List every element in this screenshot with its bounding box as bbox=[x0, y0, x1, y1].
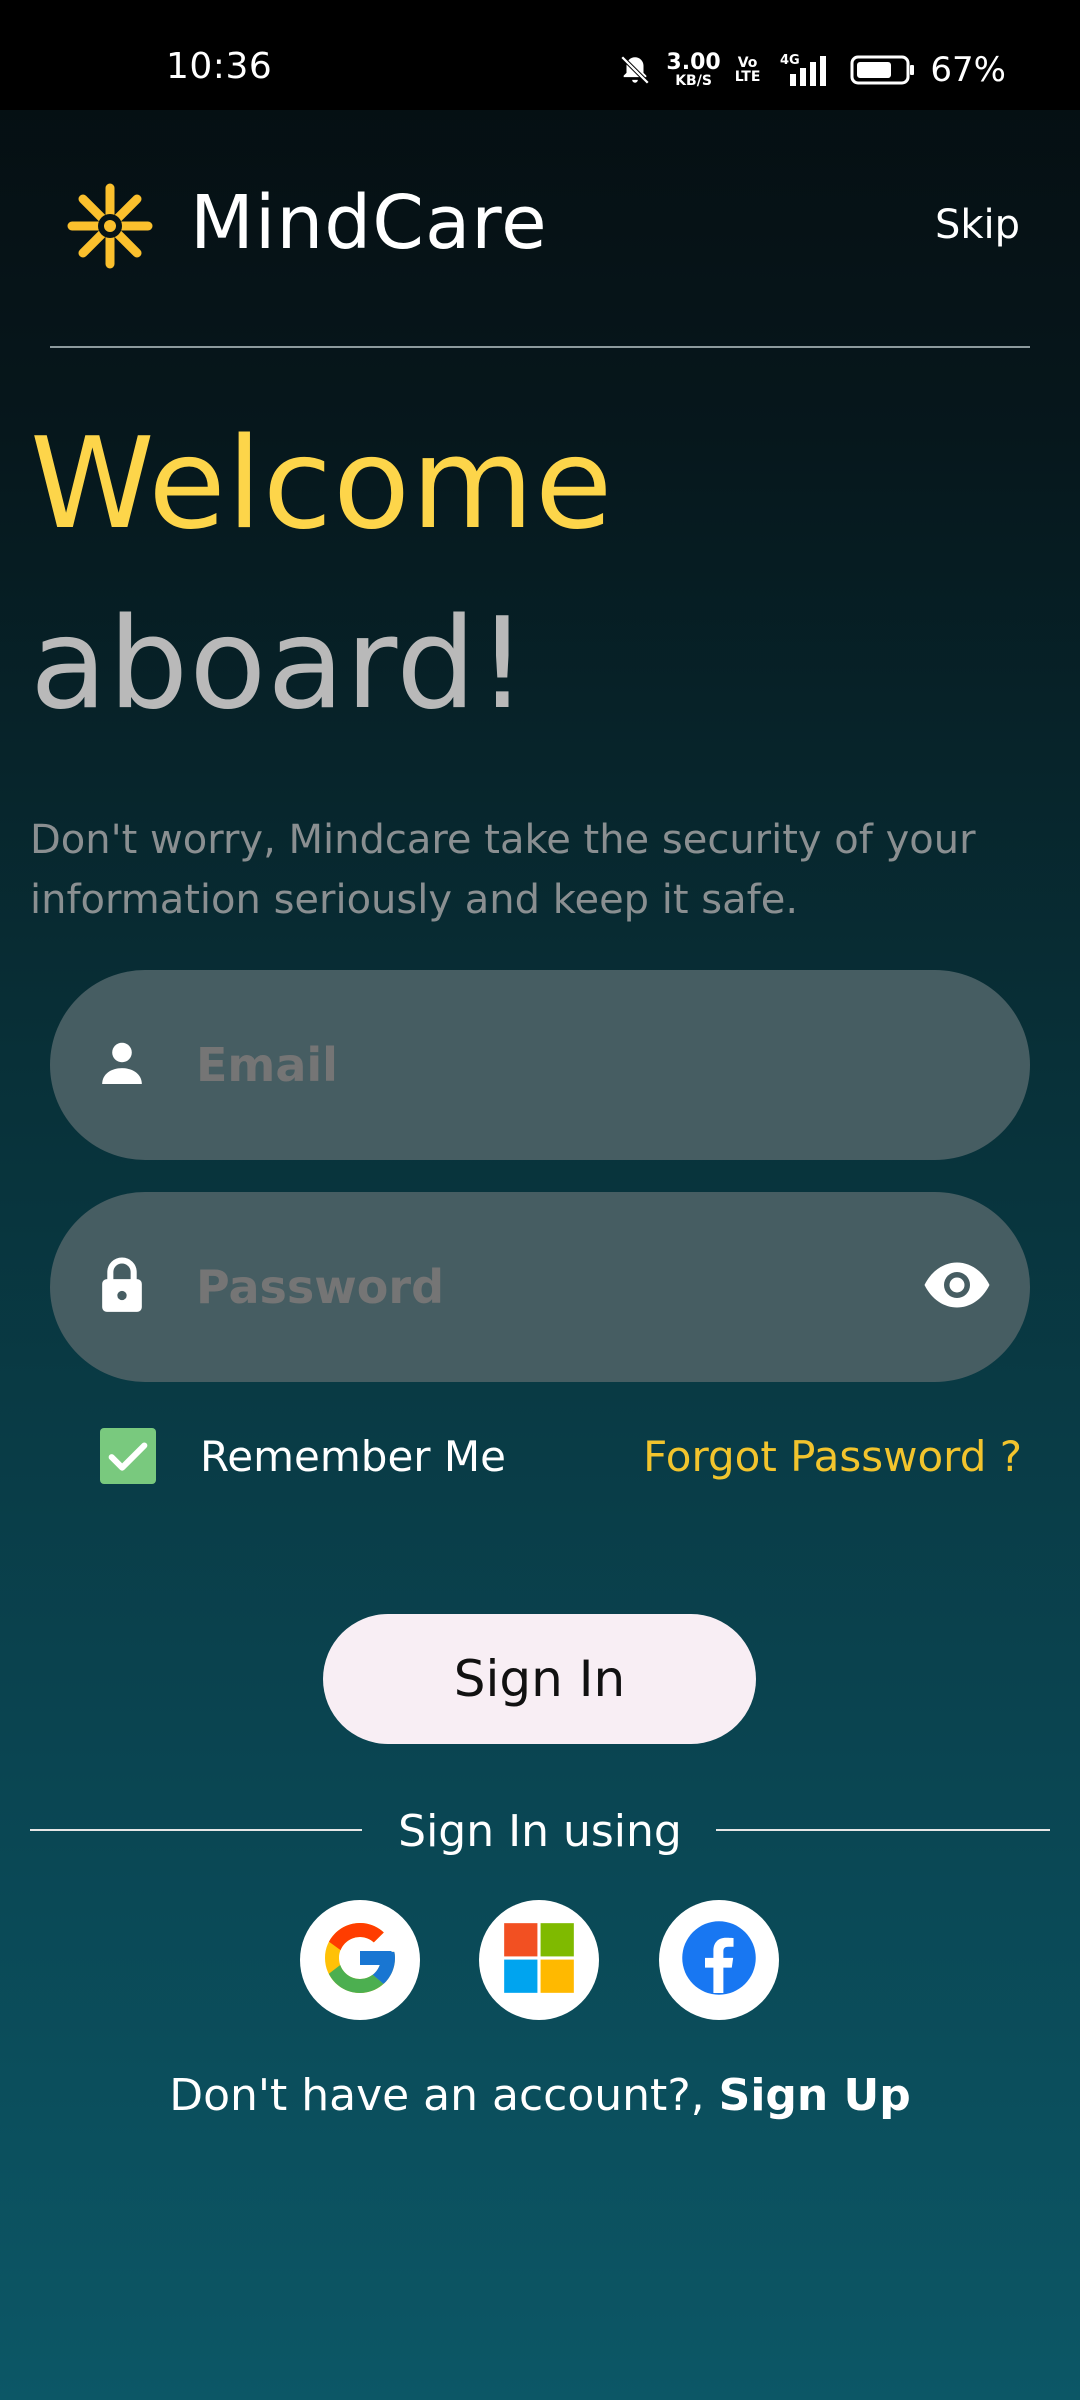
header-divider bbox=[50, 346, 1030, 348]
battery-icon bbox=[850, 53, 916, 87]
skip-button[interactable]: Skip bbox=[935, 202, 1020, 248]
welcome-title: Welcome bbox=[30, 410, 614, 557]
volte-bottom: LTE bbox=[734, 69, 761, 85]
email-field[interactable] bbox=[50, 970, 1030, 1160]
security-description: Don't worry, Mindcare take the security … bbox=[30, 817, 976, 923]
app-name: MindCare bbox=[190, 180, 548, 266]
network-type: 4G bbox=[780, 53, 800, 68]
social-divider-right bbox=[716, 1829, 1050, 1831]
google-icon bbox=[318, 1916, 402, 2004]
person-icon bbox=[94, 1035, 150, 1095]
password-input[interactable] bbox=[194, 1259, 898, 1315]
app-header: MindCare Skip bbox=[0, 110, 1080, 348]
status-time: 10:36 bbox=[166, 46, 273, 87]
eye-icon[interactable] bbox=[922, 1260, 992, 1314]
social-divider-label: Sign In using bbox=[398, 1806, 682, 1857]
login-screen: 10:36 3.00 KB/S Vo LTE 4G 67% MindCare S… bbox=[0, 0, 1080, 2400]
signal-icon: 4G bbox=[774, 52, 836, 88]
welcome-subtitle-title: aboard! bbox=[30, 590, 529, 737]
microsoft-icon bbox=[501, 1920, 577, 2000]
battery-percent: 67% bbox=[930, 50, 1006, 90]
email-input[interactable] bbox=[194, 1037, 898, 1093]
facebook-icon bbox=[677, 1916, 761, 2004]
lock-icon bbox=[94, 1254, 150, 1320]
mindcare-logo-icon bbox=[66, 182, 154, 274]
volte-top: Vo bbox=[737, 55, 758, 71]
signup-prompt-text: Don't have an account?, bbox=[169, 2070, 719, 2121]
network-speed-unit: KB/S bbox=[675, 73, 712, 89]
sign-up-link[interactable]: Sign Up bbox=[719, 2070, 911, 2121]
volte-indicator: Vo LTE bbox=[735, 56, 761, 84]
network-speed-value: 3.00 bbox=[666, 50, 721, 75]
checkmark-icon bbox=[108, 1442, 148, 1471]
remember-me-label[interactable]: Remember Me bbox=[200, 1432, 506, 1481]
remember-me-checkbox[interactable] bbox=[100, 1428, 156, 1484]
mute-bell-icon bbox=[618, 53, 652, 87]
status-bar: 10:36 3.00 KB/S Vo LTE 4G 67% bbox=[0, 0, 1080, 110]
google-sign-in-button[interactable] bbox=[300, 1900, 420, 2020]
microsoft-sign-in-button[interactable] bbox=[479, 1900, 599, 2020]
status-icons: 3.00 KB/S Vo LTE 4G 67% bbox=[618, 40, 1006, 100]
password-field[interactable] bbox=[50, 1192, 1030, 1382]
forgot-password-link[interactable]: Forgot Password ? bbox=[643, 1432, 1022, 1481]
facebook-sign-in-button[interactable] bbox=[659, 1900, 779, 2020]
sign-in-button[interactable]: Sign In bbox=[323, 1614, 756, 1744]
signup-prompt-row: Don't have an account?, Sign Up bbox=[0, 2070, 1080, 2121]
network-speed: 3.00 KB/S bbox=[666, 50, 721, 89]
